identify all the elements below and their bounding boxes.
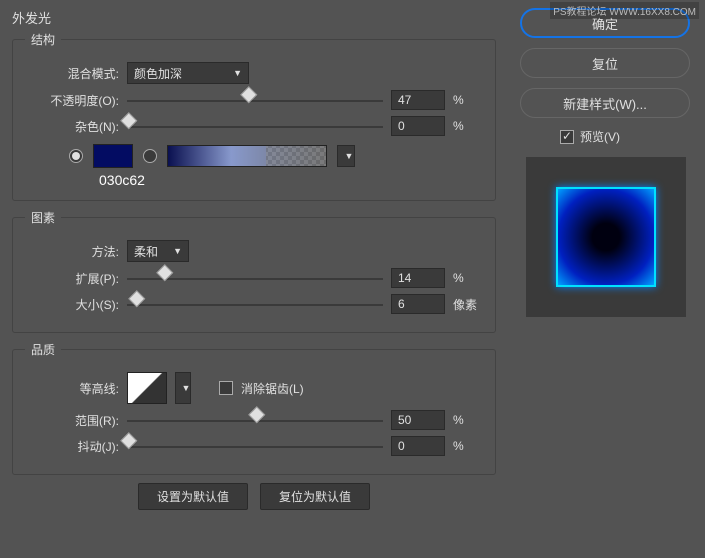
technique-select[interactable]: 柔和 ▼ [127, 240, 189, 262]
size-label: 大小(S): [25, 296, 119, 313]
blend-mode-label: 混合模式: [25, 65, 119, 82]
reset-default-button[interactable]: 复位为默认值 [260, 483, 370, 510]
preview-thumbnail [556, 187, 656, 287]
size-input[interactable]: 6 [391, 294, 445, 314]
chevron-down-icon: ▼ [345, 151, 354, 161]
watermark-text: PS教程论坛 WWW.16XX8.COM [550, 2, 699, 19]
gradient-radio[interactable] [143, 149, 157, 163]
preview-checkbox[interactable] [560, 130, 574, 144]
spread-label: 扩展(P): [25, 270, 119, 287]
chevron-down-icon: ▼ [182, 383, 191, 393]
range-slider[interactable] [127, 411, 383, 429]
blend-mode-select[interactable]: 颜色加深 ▼ [127, 62, 249, 84]
structure-legend: 结构 [25, 31, 61, 48]
chevron-down-icon: ▼ [233, 68, 242, 78]
jitter-label: 抖动(J): [25, 438, 119, 455]
jitter-unit: % [453, 439, 483, 453]
gradient-dropdown[interactable]: ▼ [337, 145, 355, 167]
color-radio[interactable] [69, 149, 83, 163]
noise-slider[interactable] [127, 117, 383, 135]
range-unit: % [453, 413, 483, 427]
opacity-unit: % [453, 93, 483, 107]
contour-dropdown[interactable]: ▼ [175, 372, 191, 404]
contour-label: 等高线: [25, 380, 119, 397]
opacity-label: 不透明度(O): [25, 92, 119, 109]
spread-unit: % [453, 271, 483, 285]
noise-label: 杂色(N): [25, 118, 119, 135]
jitter-slider[interactable] [127, 437, 383, 455]
new-style-button[interactable]: 新建样式(W)... [520, 88, 690, 118]
elements-legend: 图素 [25, 209, 61, 226]
opacity-input[interactable]: 47 [391, 90, 445, 110]
technique-label: 方法: [25, 243, 119, 260]
blend-mode-value: 颜色加深 [134, 65, 182, 82]
preview-box [526, 157, 686, 317]
cancel-button[interactable]: 复位 [520, 48, 690, 78]
jitter-input[interactable]: 0 [391, 436, 445, 456]
chevron-down-icon: ▼ [173, 246, 182, 256]
size-slider[interactable] [127, 295, 383, 313]
gradient-picker[interactable] [167, 145, 327, 167]
panel-title: 外发光 [12, 8, 496, 27]
quality-legend: 品质 [25, 341, 61, 358]
contour-picker[interactable] [127, 372, 167, 404]
color-swatch[interactable] [93, 144, 133, 168]
spread-input[interactable]: 14 [391, 268, 445, 288]
noise-input[interactable]: 0 [391, 116, 445, 136]
set-default-button[interactable]: 设置为默认值 [138, 483, 248, 510]
range-label: 范围(R): [25, 412, 119, 429]
antialias-checkbox[interactable] [219, 381, 233, 395]
preview-label: 预览(V) [580, 128, 620, 145]
size-unit: 像素 [453, 296, 483, 313]
structure-group: 结构 混合模式: 颜色加深 ▼ 不透明度(O): 47 % 杂色(N): 0 % [12, 31, 496, 201]
opacity-slider[interactable] [127, 91, 383, 109]
color-code-text: 030c62 [99, 172, 483, 188]
noise-unit: % [453, 119, 483, 133]
quality-group: 品质 等高线: ▼ 消除锯齿(L) 范围(R): 50 % 抖动(J): 0 % [12, 341, 496, 475]
antialias-label: 消除锯齿(L) [241, 380, 304, 397]
spread-slider[interactable] [127, 269, 383, 287]
elements-group: 图素 方法: 柔和 ▼ 扩展(P): 14 % 大小(S): 6 像素 [12, 209, 496, 333]
range-input[interactable]: 50 [391, 410, 445, 430]
technique-value: 柔和 [134, 243, 158, 260]
